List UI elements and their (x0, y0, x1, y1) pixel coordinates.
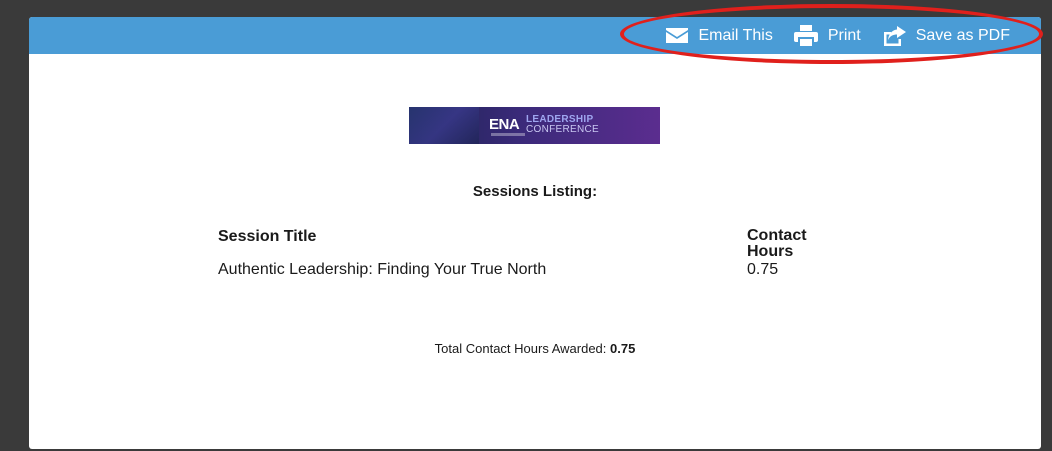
action-toolbar: Email This Print Save as PDF (29, 17, 1041, 54)
conference-name-line2: CONFERENCE (526, 124, 600, 135)
total-contact-hours-value: 0.75 (610, 341, 636, 356)
contact-hours-cell: 0.75 (747, 261, 779, 278)
print-label: Print (827, 26, 861, 44)
session-title-cell: Authentic Leadership: Finding Your True … (218, 261, 547, 278)
share-icon (882, 25, 906, 46)
email-this-button[interactable]: Email This (666, 26, 773, 45)
save-as-pdf-label: Save as PDF (915, 26, 1010, 44)
sessions-listing-heading: Sessions Listing: (472, 183, 598, 200)
ena-logo: ENA (489, 116, 520, 133)
total-contact-hours-label: Total Contact Hours Awarded: (434, 341, 607, 356)
email-this-label: Email This (698, 26, 773, 44)
total-contact-hours: Total Contact Hours Awarded: 0.75 (29, 341, 1041, 356)
conference-banner: ENA LEADERSHIP CONFERENCE (409, 107, 660, 144)
logo-tagline (491, 133, 525, 136)
printer-icon (793, 24, 818, 47)
action-group: Email This Print Save as PDF (666, 17, 1041, 54)
envelope-icon (666, 28, 689, 43)
conference-name: LEADERSHIP CONFERENCE (526, 115, 599, 135)
print-button[interactable]: Print (793, 24, 861, 47)
save-as-pdf-button[interactable]: Save as PDF (882, 25, 1010, 46)
report-panel: Email This Print Save as PDF ENA LEADERS… (29, 17, 1041, 449)
banner-graphic (409, 107, 479, 144)
contact-hours-column-header: Contact Hours (747, 227, 807, 260)
session-title-column-header: Session Title (218, 228, 317, 245)
